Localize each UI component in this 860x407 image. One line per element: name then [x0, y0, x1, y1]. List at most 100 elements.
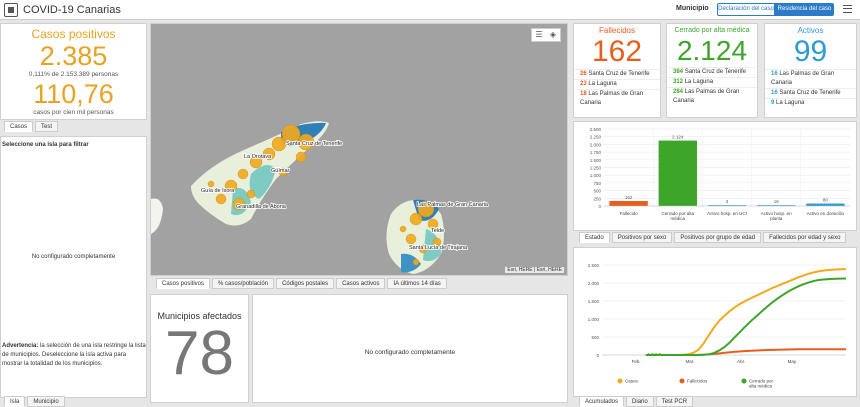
y-tick-label: 750 [593, 181, 601, 186]
tab-ia-14-dias[interactable]: IA últimos 14 días [387, 278, 447, 289]
bar-value-label: 16 [774, 199, 780, 204]
y-tick-label: 1.000 [590, 173, 602, 178]
series-point [651, 353, 654, 356]
category-label: médica [671, 216, 686, 221]
category-label: Fallecido [620, 211, 639, 216]
map-label: Santa Cruz de Tenerife [286, 141, 342, 147]
category-label: Activo hosp. en UCI [707, 211, 747, 216]
kpi-list-row[interactable]: 9 La Laguna [765, 98, 856, 108]
toggle-declaracion[interactable]: Declaración del caso [717, 3, 775, 16]
tab-casos-activos[interactable]: Casos activos [336, 278, 386, 289]
tab-test-pcr[interactable]: Test PCR [655, 396, 694, 407]
kpi-row-name: Santa Cruz de Tenerife [684, 69, 746, 75]
legend-marker [679, 378, 685, 384]
series-line [645, 268, 847, 356]
legend-icon[interactable]: ☰ [532, 29, 546, 41]
municipios-panel: Municipios afectados 78 [150, 294, 249, 403]
tab-positivos-sexo[interactable]: Positivos por sexo [611, 232, 673, 243]
evolucion-line-chart: 0 500 1.000 1.500 2.000 2.500 Feb. Mar. Abr. May.… [588, 263, 847, 389]
tab-acumulados[interactable]: Acumulados [579, 396, 625, 407]
kpi-list-row[interactable]: 384 Santa Cruz de Tenerife [667, 67, 757, 77]
y-tick-label: 1.750 [590, 150, 602, 155]
y-tick-label: 250 [593, 196, 601, 201]
map-canvas[interactable]: Santa Cruz de Tenerife La Orotava Güímar… [151, 24, 568, 276]
legend-marker [617, 378, 623, 384]
menu-icon[interactable] [843, 5, 852, 13]
y-tick-label: 2.000 [590, 142, 602, 147]
bar [609, 201, 648, 206]
y-tick-label: 2.250 [590, 135, 602, 140]
legend-label: alta médica [749, 384, 773, 389]
kpi-row-name: La Laguna [684, 79, 714, 85]
filter-warning: Advertencia: la selección de una isla re… [2, 342, 146, 369]
tab-codigos-postales[interactable]: Códigos postales [276, 278, 335, 289]
y-tick-label: 1.500 [590, 158, 602, 163]
activos-panel: Activos 99 16 Las Palmas de Gran Canaria… [764, 23, 857, 118]
warning-label: Advertencia: [2, 343, 39, 349]
tab-positivos-edad[interactable]: Positivos por grupo de edad [674, 232, 762, 243]
bar-value-label: 80 [823, 198, 829, 203]
legend-label: Fallecidos [687, 379, 708, 384]
casos-tabs: Casos Test [4, 121, 59, 132]
category-label: Activo en domicilio [807, 211, 845, 216]
series-point [654, 353, 658, 356]
cerrado-panel: Cerrado por alta médica 2.124 384 Santa … [666, 23, 758, 118]
municipios-empty-msg: No configurado completamente [364, 349, 456, 356]
map-toolbar: ☰ ◈ [531, 28, 561, 42]
municipios-list-panel: No configurado completamente [252, 294, 568, 403]
kpi-list-row[interactable]: 18 Las Palmas de Gran Canaria [574, 89, 660, 108]
tab-test[interactable]: Test [35, 121, 59, 132]
kpi-list-row[interactable]: 16 Santa Cruz de Tenerife [765, 88, 856, 98]
kpi-list-row[interactable]: 16 Las Palmas de Gran Canaria [765, 69, 856, 88]
island-la-gomera[interactable] [151, 198, 163, 234]
y-tick-label: 500 [593, 189, 601, 194]
casos-rate-value: 110,76 [33, 79, 114, 109]
tab-estado[interactable]: Estado [579, 232, 610, 243]
tab-isla[interactable]: Isla [4, 396, 26, 407]
tab-diario[interactable]: Diario [626, 396, 654, 407]
y-tick-label: 2.000 [588, 281, 600, 286]
toggle-residencia[interactable]: Residencia del caso [775, 3, 834, 16]
kpi-list-row[interactable]: 26 Santa Cruz de Tenerife [574, 69, 660, 79]
kpi-list-row[interactable]: 312 La Laguna [667, 77, 757, 87]
kpi-list-row[interactable]: 284 Las Palmas de Gran Canaria [667, 87, 757, 106]
tab-pct-casos[interactable]: % casos/población [212, 278, 275, 289]
tab-casos-positivos[interactable]: Casos positivos [156, 278, 211, 289]
y-tick-label: 500 [591, 335, 599, 340]
map-label: Granadilla de Abona [236, 204, 287, 210]
y-tick-label: 1.500 [588, 299, 600, 304]
app-title: COVID-19 Canarias [23, 3, 121, 16]
casos-positivos-value: 2.385 [39, 41, 108, 71]
bar-chart-tabs: Estado Positivos por sexo Positivos por … [579, 232, 847, 243]
filter-title: Seleccione una isla para filtrar [2, 142, 89, 148]
map-attribution: Esri, HERE | Esri, HERE [505, 267, 564, 273]
activos-value: 99 [793, 35, 828, 68]
estado-chart-panel: 0 250 500 750 1.000 1.250 1.500 1.750 2.000 2.250… [573, 121, 857, 231]
kpi-row-name: Santa Cruz de Tenerife [779, 90, 841, 96]
kpi-list-row[interactable]: 23 La Laguna [574, 79, 660, 89]
map-label: Güímar [271, 168, 290, 174]
fallecidos-title: Fallecidos [598, 26, 635, 35]
kpi-row-name: Las Palmas de Gran Canaria [580, 91, 644, 106]
app-header: COVID-19 Canarias Municipio Declaración … [0, 0, 860, 20]
activos-title: Activos [797, 26, 824, 35]
tab-fallecidos-edad-sexo[interactable]: Fallecidos por edad y sexo [763, 232, 847, 243]
legend-marker [741, 378, 747, 384]
bar-value-label: 3 [726, 199, 729, 204]
y-tick-label: 0 [596, 353, 599, 358]
layers-icon[interactable]: ◈ [546, 29, 560, 41]
kpi-row-count: 384 [673, 69, 685, 75]
cerrado-list: 384 Santa Cruz de Tenerife 312 La Laguna 2… [667, 67, 757, 106]
bar [658, 140, 697, 206]
kpi-row-name: La Laguna [776, 100, 805, 106]
tab-municipio[interactable]: Municipio [27, 396, 65, 407]
app-logo-icon [4, 2, 18, 17]
tab-casos[interactable]: Casos [4, 121, 34, 132]
y-tick-label: 1.000 [588, 317, 600, 322]
activos-list: 16 Las Palmas de Gran Canaria 16 Santa Cr… [765, 69, 856, 108]
bar-value-label: 2.124 [672, 135, 684, 140]
cerrado-value: 2.124 [676, 35, 748, 66]
x-tick-label: Mar. [685, 359, 694, 364]
line-chart-tabs: Acumulados Diario Test PCR [579, 396, 694, 407]
map-view[interactable]: Santa Cruz de Tenerife La Orotava Güímar… [150, 23, 568, 276]
